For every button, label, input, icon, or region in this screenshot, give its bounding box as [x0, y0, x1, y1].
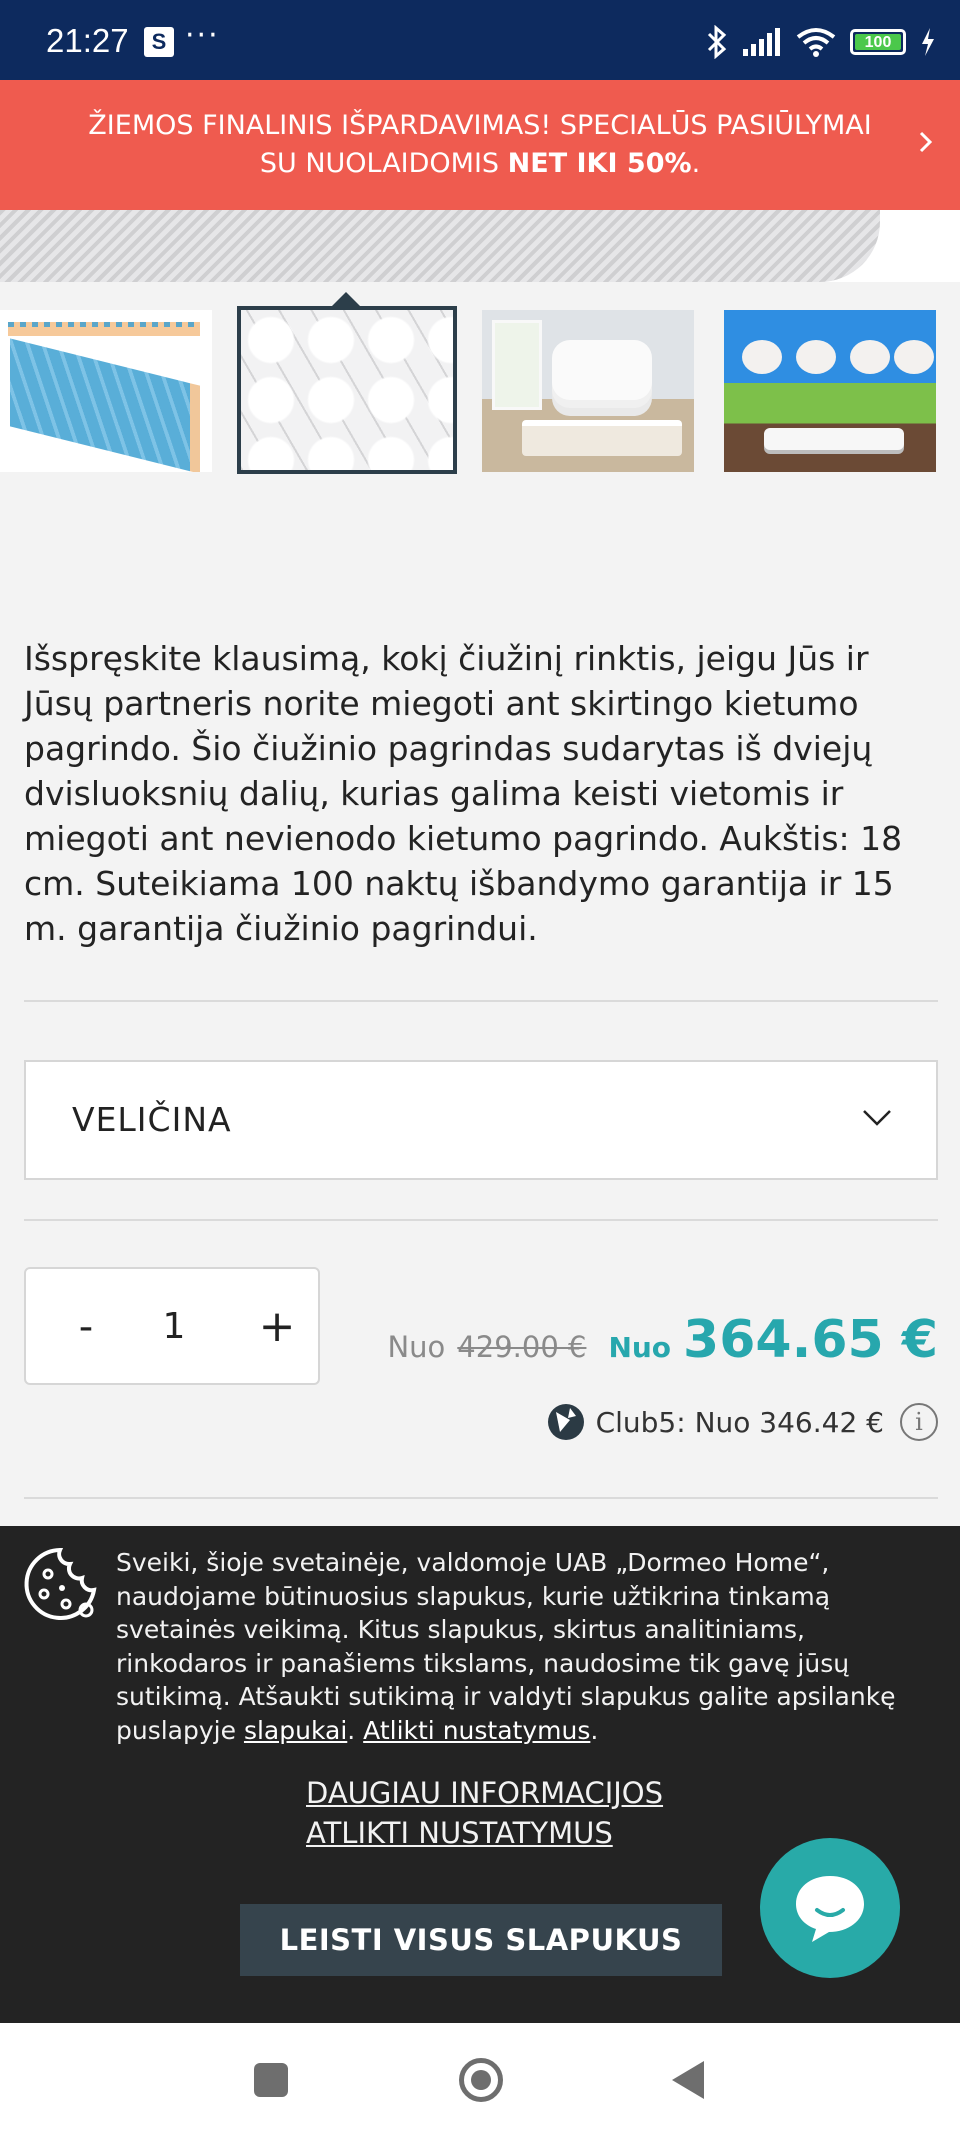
foam-core — [10, 338, 200, 472]
quilted-fabric — [241, 310, 453, 470]
new-price: 364.65 € — [683, 1310, 938, 1370]
status-bar: 21:27 S ··· 100 — [0, 0, 960, 80]
chevron-right-icon — [919, 131, 933, 153]
do-settings-link[interactable]: ATLIKTI NUSTATYMUS — [306, 1816, 613, 1850]
promo-text: ŽIEMOS FINALINIS IŠPARDAVIMAS! SPECIALŪS… — [70, 107, 890, 183]
foam-top-layer — [8, 322, 200, 336]
quantity-decrease-button[interactable]: - — [66, 1299, 106, 1355]
cookie-text: Sveiki, šioje svetainėje, valdomoje UAB … — [116, 1546, 936, 1747]
info-icon[interactable]: i — [900, 1403, 938, 1441]
promo-text-main: ŽIEMOS FINALINIS IŠPARDAVIMAS! SPECIALŪS… — [88, 110, 872, 179]
system-navigation-bar — [0, 2023, 960, 2133]
recent-apps-icon[interactable] — [254, 2063, 288, 2097]
battery-level: 100 — [855, 34, 901, 51]
promo-banner[interactable]: ŽIEMOS FINALINIS IŠPARDAVIMAS! SPECIALŪS… — [0, 80, 960, 210]
club-price-text: Club5: Nuo 346.42 € — [595, 1405, 884, 1439]
tree-shape — [742, 340, 782, 374]
home-icon[interactable] — [459, 2058, 503, 2102]
new-price-prefix: Nuo — [608, 1331, 672, 1364]
battery-icon: 100 — [850, 29, 906, 55]
accept-all-cookies-button[interactable]: LEISTI VISUS SLAPUKUS — [240, 1904, 722, 1976]
charging-icon — [922, 28, 934, 56]
mattress-shape — [764, 428, 904, 450]
app-notification-icon: S — [144, 27, 174, 57]
mattress-image — [0, 210, 880, 282]
tree-shape — [894, 340, 934, 374]
tree-shape — [850, 340, 890, 374]
thumbnail-quilted-cover[interactable] — [237, 306, 457, 474]
thumbnail-gallery — [0, 282, 960, 482]
price-row: Nuo 429.00 € Nuo 364.65 € — [387, 1310, 938, 1370]
promo-text-end: . — [691, 148, 701, 179]
back-icon[interactable] — [672, 2061, 704, 2099]
club-price-row: Club5: Nuo 346.42 € i — [546, 1402, 938, 1442]
product-main-image[interactable] — [0, 210, 960, 282]
chevron-down-icon — [863, 1110, 891, 1126]
wifi-icon — [796, 28, 836, 57]
promo-text-highlight: NET IKI 50% — [507, 148, 692, 179]
thumbnail-garden[interactable] — [724, 310, 936, 472]
quantity-value[interactable]: 1 — [154, 1299, 194, 1355]
more-notifications-icon: ··· — [185, 18, 220, 53]
selected-thumbnail-caret — [332, 292, 360, 306]
signal-icon — [743, 28, 780, 56]
bluetooth-icon — [707, 25, 727, 59]
old-price: 429.00 € — [457, 1330, 587, 1364]
old-price-prefix: Nuo — [387, 1330, 446, 1364]
divider — [24, 1219, 938, 1221]
status-icons: 100 — [706, 22, 936, 62]
size-dropdown-label: VELIČINA — [72, 1100, 232, 1139]
product-description: Išspręskite klausimą, kokį čiužinį rinkt… — [24, 639, 903, 948]
cookie-settings-link[interactable]: Atlikti nustatymus — [363, 1716, 590, 1745]
thumbnail-bedroom[interactable] — [482, 310, 694, 472]
chat-bubble-icon — [796, 1876, 864, 1942]
divider — [24, 1000, 938, 1002]
cookie-separator: . — [347, 1715, 364, 1745]
more-info-link[interactable]: DAUGIAU INFORMACIJOS — [306, 1776, 663, 1810]
quantity-increase-button[interactable]: + — [252, 1299, 302, 1355]
status-time: 21:27 — [46, 22, 129, 59]
size-dropdown[interactable]: VELIČINA — [24, 1060, 938, 1180]
chat-button[interactable] — [760, 1838, 900, 1978]
cookies-page-link[interactable]: slapukai — [244, 1716, 347, 1745]
thumbnail-foam-layers[interactable] — [0, 310, 212, 472]
window-shape — [492, 320, 542, 410]
quantity-stepper: - 1 + — [24, 1267, 320, 1385]
mattress-shape — [522, 420, 682, 456]
tree-shape — [796, 340, 836, 374]
pillows-shape — [552, 340, 652, 400]
cookie-icon — [24, 1547, 97, 1620]
divider — [24, 1497, 938, 1499]
club5-logo-icon — [547, 1404, 584, 1440]
cookie-text-end: . — [590, 1715, 599, 1745]
